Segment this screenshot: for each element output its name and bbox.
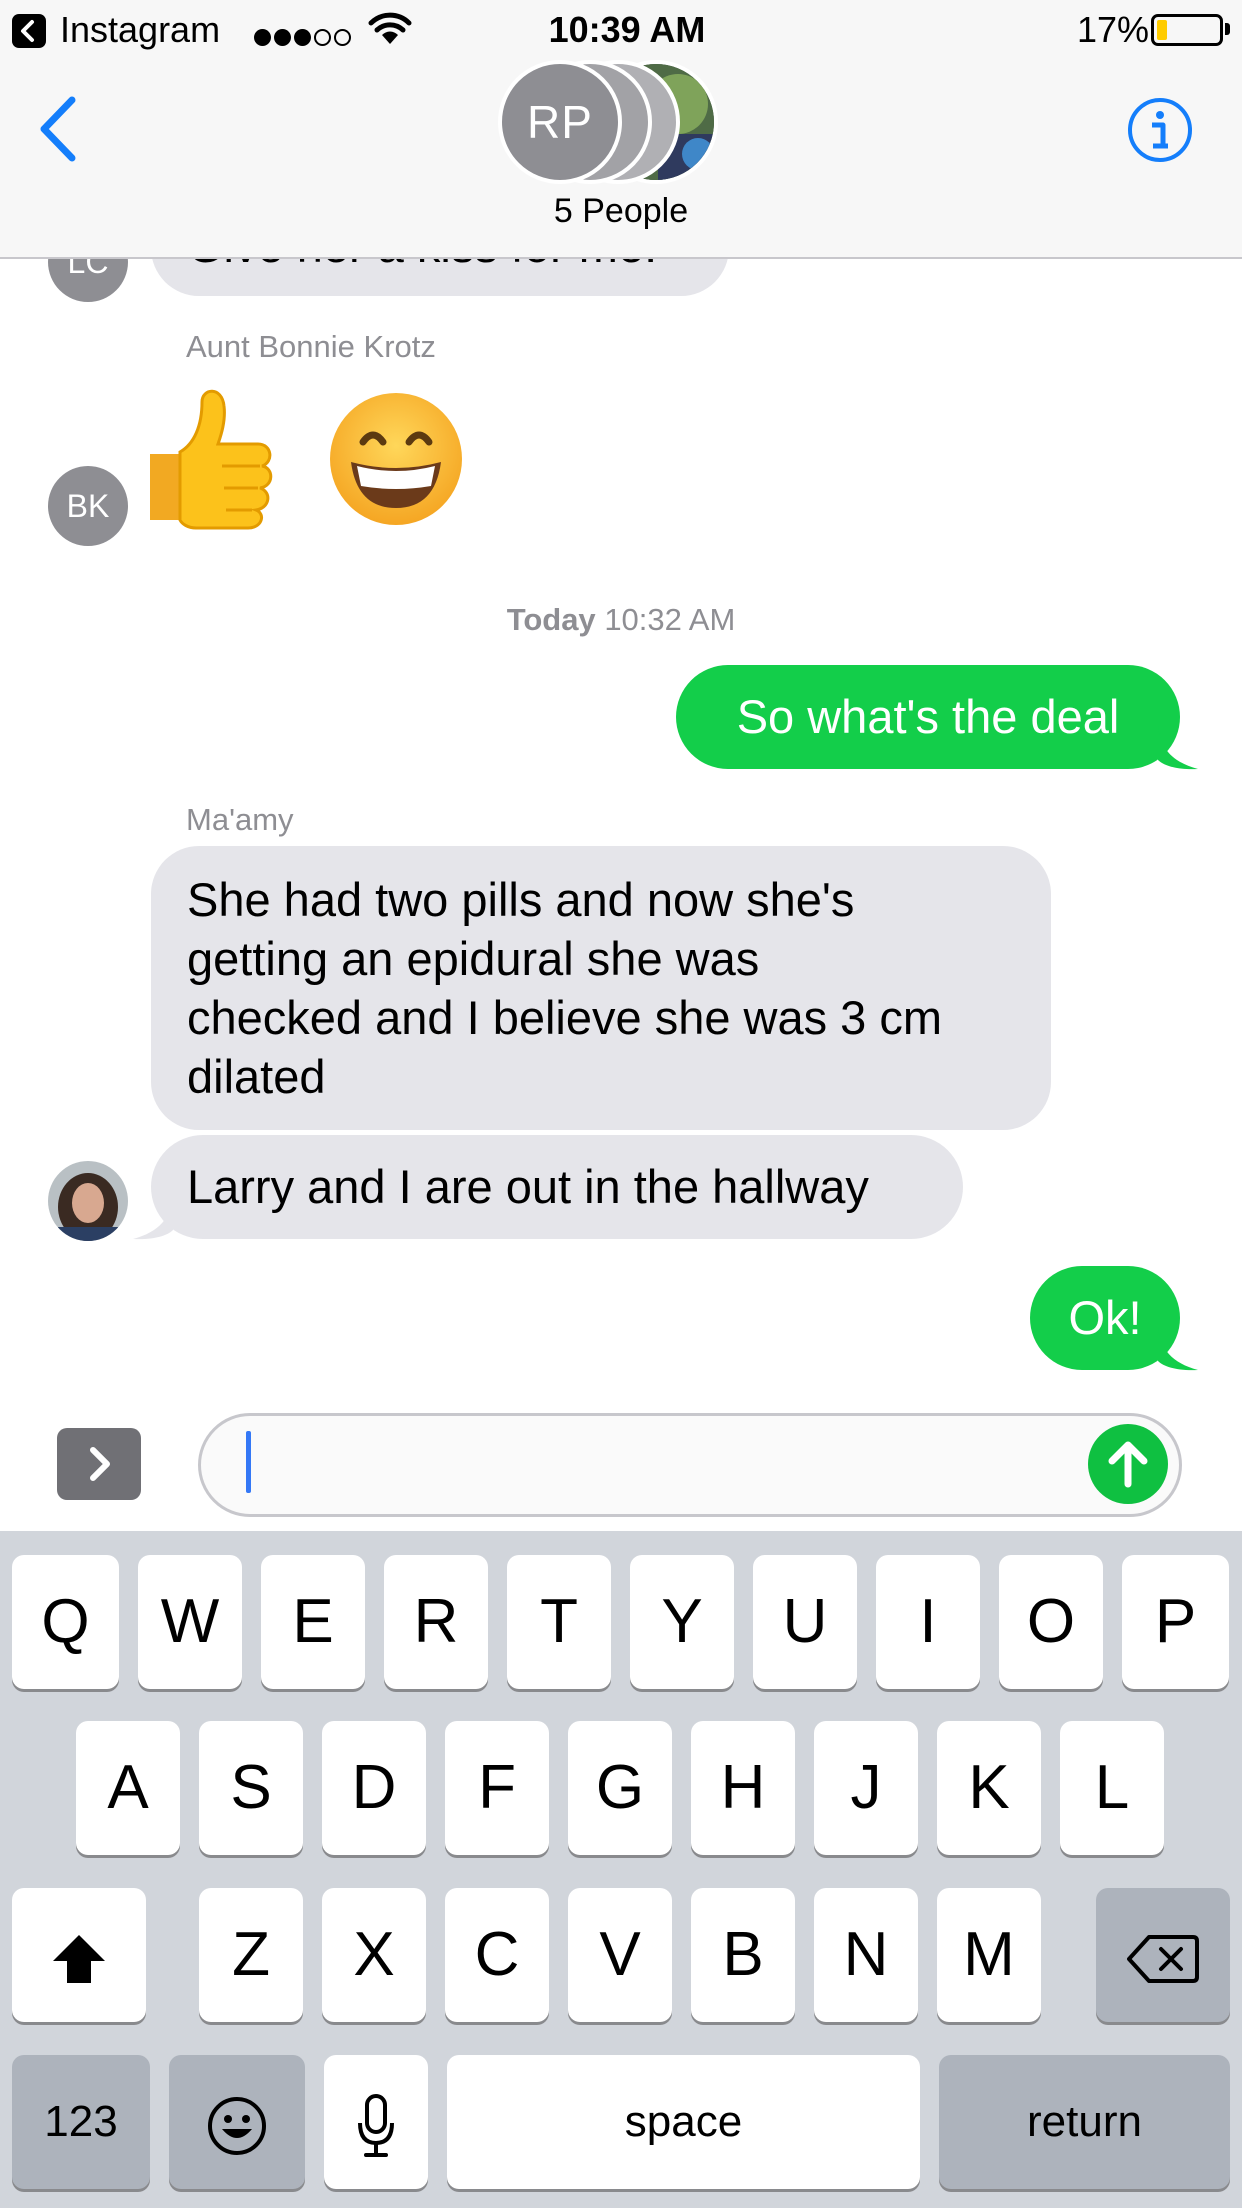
emoji-key[interactable] xyxy=(169,2055,305,2189)
sent-bubble-tail xyxy=(1158,726,1198,770)
back-chevron-icon[interactable] xyxy=(28,92,88,166)
key-z[interactable]: Z xyxy=(199,1888,303,2022)
key-s[interactable]: S xyxy=(199,1721,303,1855)
key-o[interactable]: O xyxy=(999,1555,1103,1689)
delete-icon xyxy=(1127,1934,1199,1983)
key-v[interactable]: V xyxy=(568,1888,672,2022)
key-k[interactable]: K xyxy=(937,1721,1041,1855)
received-bubble-tail xyxy=(133,1196,173,1240)
group-avatar-stack[interactable]: RP xyxy=(498,60,748,184)
navigation-header: Instagram 10:39 AM 17% RP 5 People xyxy=(0,0,1242,259)
key-t[interactable]: T xyxy=(507,1555,611,1689)
battery-level-fill xyxy=(1157,20,1167,40)
dictation-key[interactable] xyxy=(324,2055,428,2189)
sender-name: Aunt Bonnie Krotz xyxy=(186,329,436,364)
key-h[interactable]: H xyxy=(691,1721,795,1855)
shift-key[interactable] xyxy=(12,1888,146,2022)
key-m[interactable]: M xyxy=(937,1888,1041,2022)
key-j[interactable]: J xyxy=(814,1721,918,1855)
key-q[interactable]: Q xyxy=(12,1555,119,1689)
space-key[interactable]: space xyxy=(447,2055,920,2189)
key-x[interactable]: X xyxy=(322,1888,426,2022)
received-message-bubble[interactable]: Larry and I are out in the hallway xyxy=(151,1135,963,1239)
shift-icon xyxy=(53,1934,105,1983)
battery-percent: 17% xyxy=(1077,9,1150,50)
key-u[interactable]: U xyxy=(753,1555,857,1689)
group-initials-avatar: RP xyxy=(498,60,622,184)
key-n[interactable]: N xyxy=(814,1888,918,2022)
key-c[interactable]: C xyxy=(445,1888,549,2022)
key-b[interactable]: B xyxy=(691,1888,795,2022)
microphone-icon xyxy=(358,2093,394,2157)
key-p[interactable]: P xyxy=(1122,1555,1229,1689)
keyboard: Q W E R T Y U I O P A S D F G H J K L Z … xyxy=(0,1531,1242,2208)
grinning-face-emoji-icon[interactable] xyxy=(327,390,465,528)
message-line: She had two pills and now she's xyxy=(187,873,855,926)
sender-name: Ma'amy xyxy=(186,802,294,837)
battery-icon xyxy=(1151,14,1223,46)
info-icon[interactable] xyxy=(1126,96,1194,164)
received-message-bubble[interactable]: She had two pills and now she's getting … xyxy=(151,846,1051,1130)
apps-chevron-icon[interactable] xyxy=(57,1428,141,1500)
message-line: getting an epidural she was xyxy=(187,932,760,985)
send-arrow-icon[interactable] xyxy=(1088,1424,1168,1504)
key-e[interactable]: E xyxy=(261,1555,365,1689)
key-d[interactable]: D xyxy=(322,1721,426,1855)
key-y[interactable]: Y xyxy=(630,1555,734,1689)
emoji-icon xyxy=(208,2096,266,2155)
numbers-key[interactable]: 123 xyxy=(12,2055,150,2189)
status-time: 10:39 AM xyxy=(548,9,706,50)
message-line: dilated xyxy=(187,1050,326,1103)
text-cursor xyxy=(246,1431,251,1493)
key-f[interactable]: F xyxy=(445,1721,549,1855)
message-line: checked and I believe she was 3 cm xyxy=(187,991,943,1044)
timestamp-time: 10:32 AM xyxy=(604,602,736,637)
message-input[interactable] xyxy=(198,1413,1182,1517)
key-a[interactable]: A xyxy=(76,1721,180,1855)
return-key[interactable]: return xyxy=(939,2055,1230,2189)
key-r[interactable]: R xyxy=(384,1555,488,1689)
delete-key[interactable] xyxy=(1096,1888,1230,2022)
sender-photo-avatar[interactable] xyxy=(48,1161,128,1241)
battery-tip xyxy=(1225,23,1230,35)
sent-message-bubble[interactable]: So what's the deal xyxy=(676,665,1180,769)
sent-bubble-tail xyxy=(1158,1327,1198,1371)
timestamp-day: Today xyxy=(506,602,596,637)
message-timestamp: Today 10:32 AM xyxy=(0,600,1242,640)
key-g[interactable]: G xyxy=(568,1721,672,1855)
key-i[interactable]: I xyxy=(876,1555,980,1689)
group-participant-count[interactable]: 5 People xyxy=(0,189,1242,233)
sender-avatar[interactable]: BK xyxy=(48,466,128,546)
thumbs-up-emoji-icon[interactable] xyxy=(136,382,278,532)
key-w[interactable]: W xyxy=(138,1555,242,1689)
key-l[interactable]: L xyxy=(1060,1721,1164,1855)
